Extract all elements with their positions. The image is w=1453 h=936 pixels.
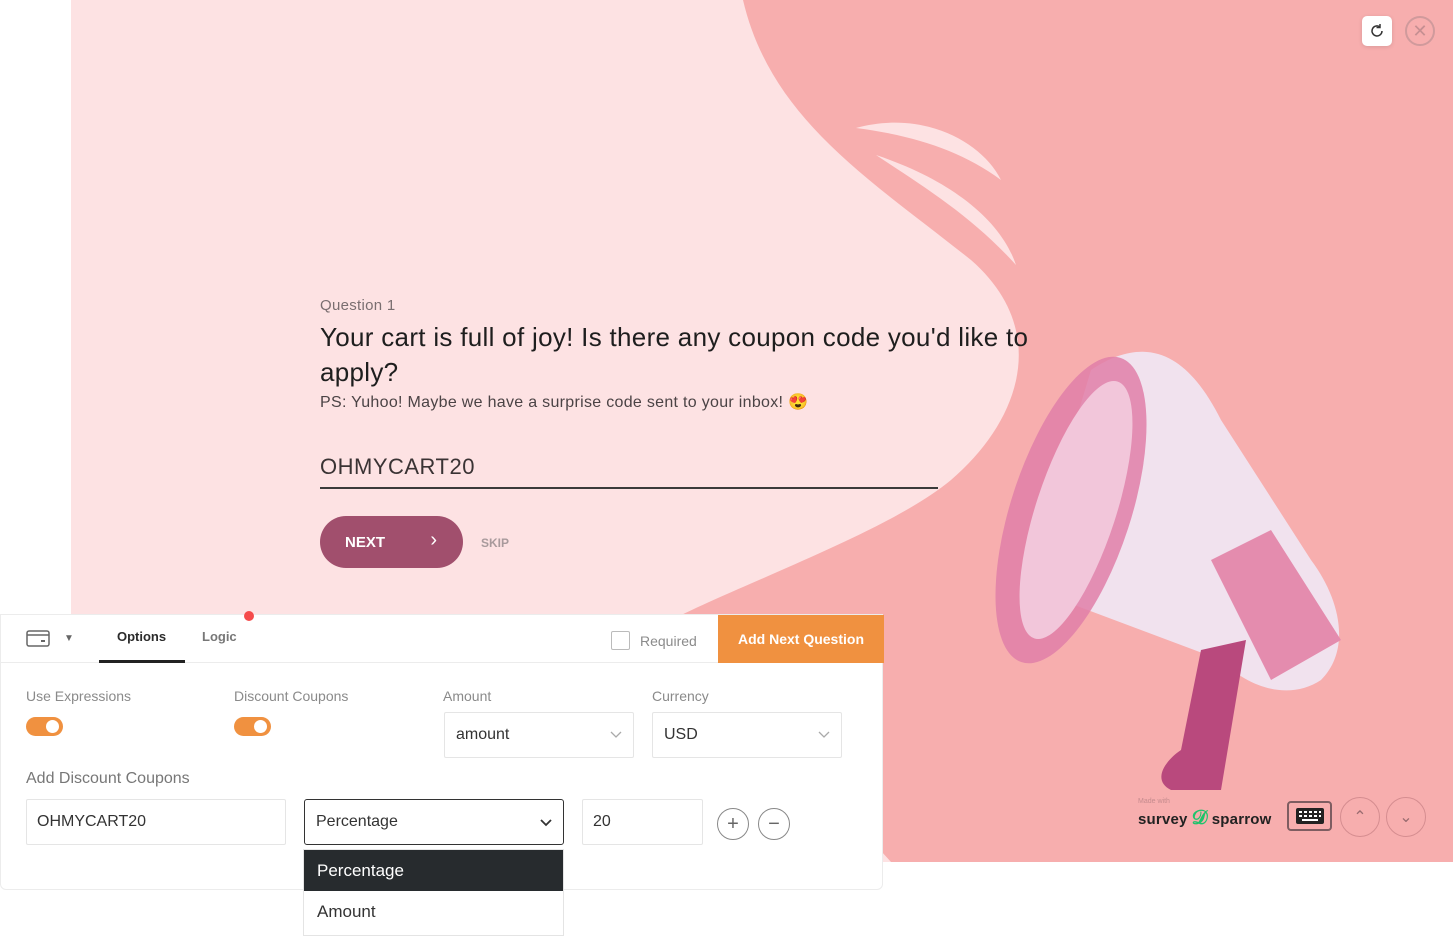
keyboard-shortcuts-button[interactable] [1287, 801, 1332, 831]
active-tab-indicator [99, 660, 185, 663]
plus-icon: + [727, 812, 739, 835]
payment-card-icon [26, 630, 50, 647]
add-coupon-button[interactable]: + [717, 808, 749, 840]
skip-button[interactable]: SKIP [481, 536, 509, 550]
panel-pointer [27, 597, 61, 614]
brand-left: survey [1138, 811, 1188, 828]
panel-tabbar: ▼ Options Logic Required Add Next Questi… [1, 611, 884, 663]
chevron-down-icon [540, 819, 552, 827]
previous-question-button[interactable]: ⌃ [1340, 797, 1380, 837]
checkbox-box[interactable] [611, 631, 630, 650]
keyboard-icon [1295, 808, 1324, 824]
currency-select[interactable]: USD [652, 712, 842, 758]
discount-type-select[interactable]: Percentage [304, 799, 564, 845]
option-amount[interactable]: Amount [304, 891, 563, 932]
question-description: PS: Yuhoo! Maybe we have a surprise code… [320, 394, 809, 411]
question-block: Question 1 Your cart is full of joy! Is … [320, 297, 1040, 412]
chevron-right-icon: › [430, 529, 437, 551]
tab-logic[interactable]: Logic [202, 629, 237, 644]
amount-value: amount [456, 726, 510, 743]
discount-type-dropdown: Percentage Amount [303, 849, 564, 936]
discount-type-value: Percentage [316, 813, 398, 830]
chevron-down-icon [818, 731, 830, 738]
refresh-button[interactable] [1362, 16, 1392, 46]
amount-select[interactable]: amount [444, 712, 634, 758]
brand-right: sparrow [1211, 811, 1272, 828]
minus-icon: − [768, 812, 780, 835]
caret-down-icon: ▼ [64, 633, 74, 644]
use-expressions-label: Use Expressions [26, 688, 132, 704]
next-button[interactable]: NEXT › [320, 516, 463, 568]
close-icon: ✕ [1412, 20, 1428, 41]
notification-dot [244, 611, 254, 621]
discount-coupons-label: Discount Coupons [234, 688, 349, 704]
discount-value-input[interactable]: 20 [582, 799, 703, 845]
discount-coupons-toggle[interactable] [234, 717, 271, 736]
chevron-down-icon [610, 731, 622, 738]
made-with-label: Made with [1138, 798, 1170, 805]
add-next-question-button[interactable]: Add Next Question [718, 615, 884, 663]
amount-label: Amount [443, 688, 492, 704]
next-label: NEXT [345, 533, 386, 551]
sparrow-icon: 𝒟 [1191, 807, 1208, 829]
tab-options[interactable]: Options [117, 629, 166, 644]
next-question-button[interactable]: ⌄ [1386, 797, 1426, 837]
coupon-code-input[interactable]: OHMYCART20 [26, 799, 286, 845]
option-percentage[interactable]: Percentage [304, 850, 563, 891]
answer-input[interactable]: OHMYCART20 [320, 450, 938, 489]
refresh-icon [1371, 24, 1383, 37]
chevron-down-icon: ⌄ [1399, 809, 1413, 826]
currency-value: USD [664, 726, 698, 743]
required-checkbox[interactable]: Required [611, 631, 697, 650]
add-discount-coupons-label: Add Discount Coupons [26, 770, 190, 787]
question-number: Question 1 [320, 297, 396, 314]
chevron-up-icon: ⌃ [1353, 809, 1367, 826]
question-title: Your cart is full of joy! Is there any c… [320, 322, 1029, 387]
question-type-selector[interactable]: ▼ [26, 630, 74, 647]
currency-label: Currency [652, 688, 709, 704]
use-expressions-toggle[interactable] [26, 717, 63, 736]
close-button[interactable]: ✕ [1405, 16, 1435, 46]
remove-coupon-button[interactable]: − [758, 808, 790, 840]
required-label: Required [640, 632, 697, 649]
